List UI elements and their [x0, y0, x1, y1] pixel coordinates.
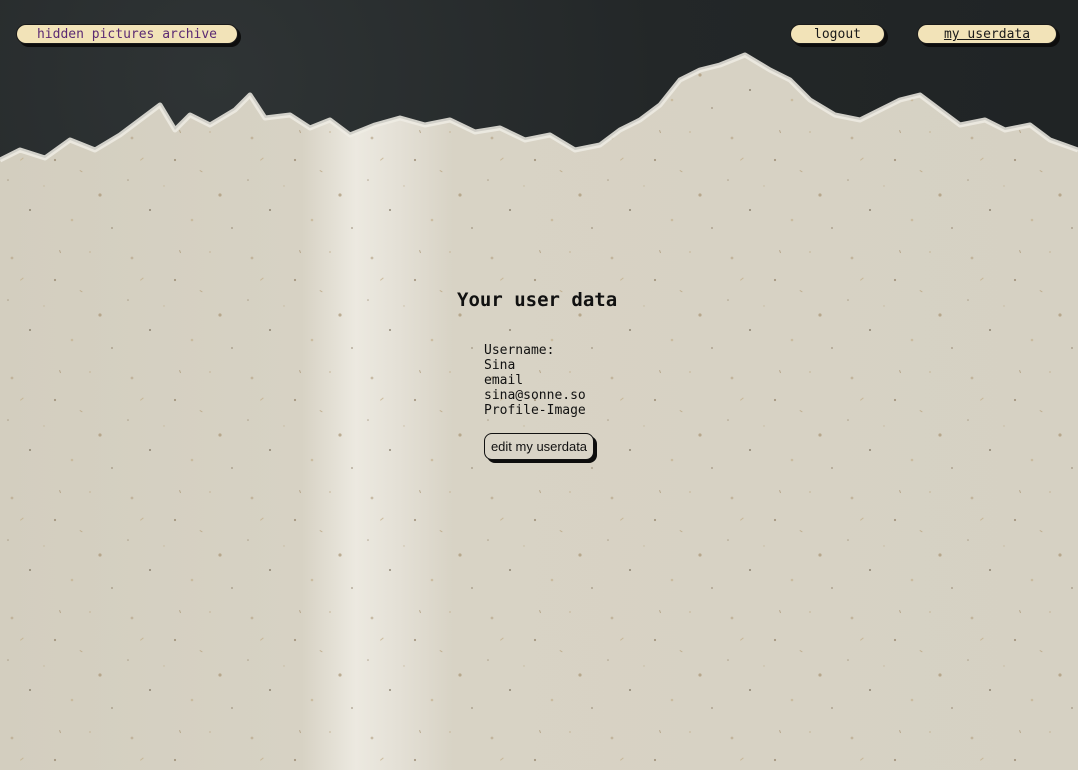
page-title: Your user data: [457, 289, 618, 311]
logout-link[interactable]: logout: [790, 24, 885, 44]
my-userdata-link[interactable]: my userdata: [917, 24, 1057, 44]
userdata-details: Username: Sina email sina@sonne.so Profi…: [484, 343, 586, 418]
edit-userdata-button[interactable]: edit my userdata: [484, 433, 594, 460]
username-label: Username:: [484, 343, 555, 358]
email-label: email: [484, 373, 524, 388]
home-link[interactable]: hidden pictures archive: [16, 24, 238, 44]
profile-image-label: Profile-Image: [484, 403, 586, 418]
username-value: Sina: [484, 358, 516, 373]
email-value: sina@sonne.so: [484, 388, 586, 403]
